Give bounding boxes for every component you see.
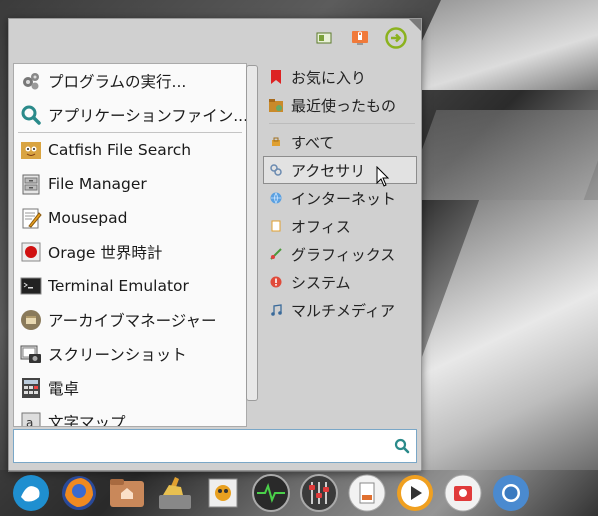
category-all[interactable]: すべて bbox=[263, 128, 421, 156]
application-list: プログラムの実行... アプリケーションファイン... Catfish File… bbox=[13, 63, 247, 427]
list-item-charmap[interactable]: a 文字マップ bbox=[14, 405, 246, 427]
mixer-icon[interactable] bbox=[298, 472, 340, 514]
item-label: アーカイブマネージャー bbox=[48, 312, 217, 330]
category-label: お気に入り bbox=[291, 68, 367, 87]
clock-icon bbox=[20, 241, 42, 263]
list-item-screenshot[interactable]: スクリーンショット bbox=[14, 337, 246, 371]
category-label: システム bbox=[291, 273, 351, 292]
home-folder-icon[interactable] bbox=[106, 472, 148, 514]
category-panel: お気に入り 最近使ったもの すべて アクセサリ インターネット オフィス グラフ… bbox=[263, 63, 421, 324]
list-scrollbar[interactable] bbox=[245, 63, 259, 425]
scrollbar-thumb[interactable] bbox=[246, 65, 258, 401]
item-label: Mousepad bbox=[48, 209, 128, 227]
list-item-file-manager[interactable]: File Manager bbox=[14, 167, 246, 201]
cleaner-icon[interactable] bbox=[154, 472, 196, 514]
graphics-icon bbox=[269, 247, 283, 261]
screenshot-icon bbox=[20, 343, 42, 365]
mouse-pointer-icon bbox=[376, 165, 390, 192]
category-multimedia[interactable]: マルチメディア bbox=[263, 296, 421, 324]
item-label: スクリーンショット bbox=[48, 346, 187, 364]
category-office[interactable]: オフィス bbox=[263, 212, 421, 240]
terminal-icon bbox=[20, 275, 42, 297]
list-item-app-finder[interactable]: アプリケーションファイン... bbox=[14, 98, 246, 132]
all-icon bbox=[269, 135, 283, 149]
catfish-icon bbox=[20, 139, 42, 161]
category-internet[interactable]: インターネット bbox=[263, 184, 421, 212]
category-system[interactable]: システム bbox=[263, 268, 421, 296]
music-icon bbox=[269, 303, 283, 317]
chromium-icon[interactable] bbox=[490, 472, 532, 514]
list-item-calculator[interactable]: 電卓 bbox=[14, 371, 246, 405]
globe-icon bbox=[269, 191, 283, 205]
search-input[interactable] bbox=[14, 430, 382, 462]
document-icon[interactable] bbox=[346, 472, 388, 514]
list-item-mousepad[interactable]: Mousepad bbox=[14, 201, 246, 235]
category-graphics[interactable]: グラフィックス bbox=[263, 240, 421, 268]
whisker-icon[interactable] bbox=[10, 472, 52, 514]
bookmark-icon bbox=[269, 70, 283, 84]
item-label: Orage 世界時計 bbox=[48, 244, 163, 262]
firefox-icon[interactable] bbox=[58, 472, 100, 514]
category-label: 最近使ったもの bbox=[291, 96, 397, 115]
accessories-icon bbox=[269, 163, 283, 177]
category-recent[interactable]: 最近使ったもの bbox=[263, 91, 421, 119]
category-accessories[interactable]: アクセサリ bbox=[263, 156, 417, 184]
list-item-orage-clock[interactable]: Orage 世界時計 bbox=[14, 235, 246, 269]
gears-icon bbox=[20, 70, 42, 92]
app-store-icon[interactable] bbox=[442, 472, 484, 514]
media-player-icon[interactable] bbox=[394, 472, 436, 514]
search-icon bbox=[394, 438, 410, 458]
search-icon bbox=[20, 104, 42, 126]
item-label: 文字マップ bbox=[48, 414, 126, 427]
lock-screen-icon[interactable] bbox=[349, 27, 371, 49]
resize-corner[interactable] bbox=[409, 19, 421, 31]
mousepad-icon bbox=[20, 207, 42, 229]
list-item-catfish[interactable]: Catfish File Search bbox=[14, 133, 246, 167]
list-item-terminal[interactable]: Terminal Emulator bbox=[14, 269, 246, 303]
category-label: マルチメディア bbox=[291, 301, 395, 320]
item-label: アプリケーションファイン... bbox=[48, 107, 246, 125]
svg-text:a: a bbox=[26, 416, 33, 427]
category-label: オフィス bbox=[291, 217, 351, 236]
logout-icon[interactable] bbox=[385, 27, 407, 49]
category-label: グラフィックス bbox=[291, 245, 396, 264]
archive-icon bbox=[20, 309, 42, 331]
list-item-run-program[interactable]: プログラムの実行... bbox=[14, 64, 246, 98]
item-label: File Manager bbox=[48, 175, 147, 193]
item-label: プログラムの実行... bbox=[48, 73, 187, 91]
activity-icon[interactable] bbox=[250, 472, 292, 514]
item-label: Terminal Emulator bbox=[48, 277, 189, 295]
whisker-menu: プログラムの実行... アプリケーションファイン... Catfish File… bbox=[8, 18, 422, 472]
system-icon bbox=[269, 275, 283, 289]
recent-icon bbox=[269, 98, 283, 112]
office-icon bbox=[269, 219, 283, 233]
search-box bbox=[13, 429, 417, 463]
file-manager-icon bbox=[20, 173, 42, 195]
category-divider bbox=[269, 123, 415, 124]
menu-top-actions bbox=[313, 27, 407, 49]
settings-icon[interactable] bbox=[313, 27, 335, 49]
charmap-icon: a bbox=[20, 411, 42, 427]
category-favorites[interactable]: お気に入り bbox=[263, 63, 421, 91]
item-label: Catfish File Search bbox=[48, 141, 192, 159]
photos-icon[interactable] bbox=[202, 472, 244, 514]
list-item-archive-manager[interactable]: アーカイブマネージャー bbox=[14, 303, 246, 337]
category-label: アクセサリ bbox=[291, 161, 366, 180]
item-label: 電卓 bbox=[48, 380, 80, 398]
dock bbox=[0, 470, 598, 516]
calculator-icon bbox=[20, 377, 42, 399]
category-label: すべて bbox=[291, 133, 335, 152]
